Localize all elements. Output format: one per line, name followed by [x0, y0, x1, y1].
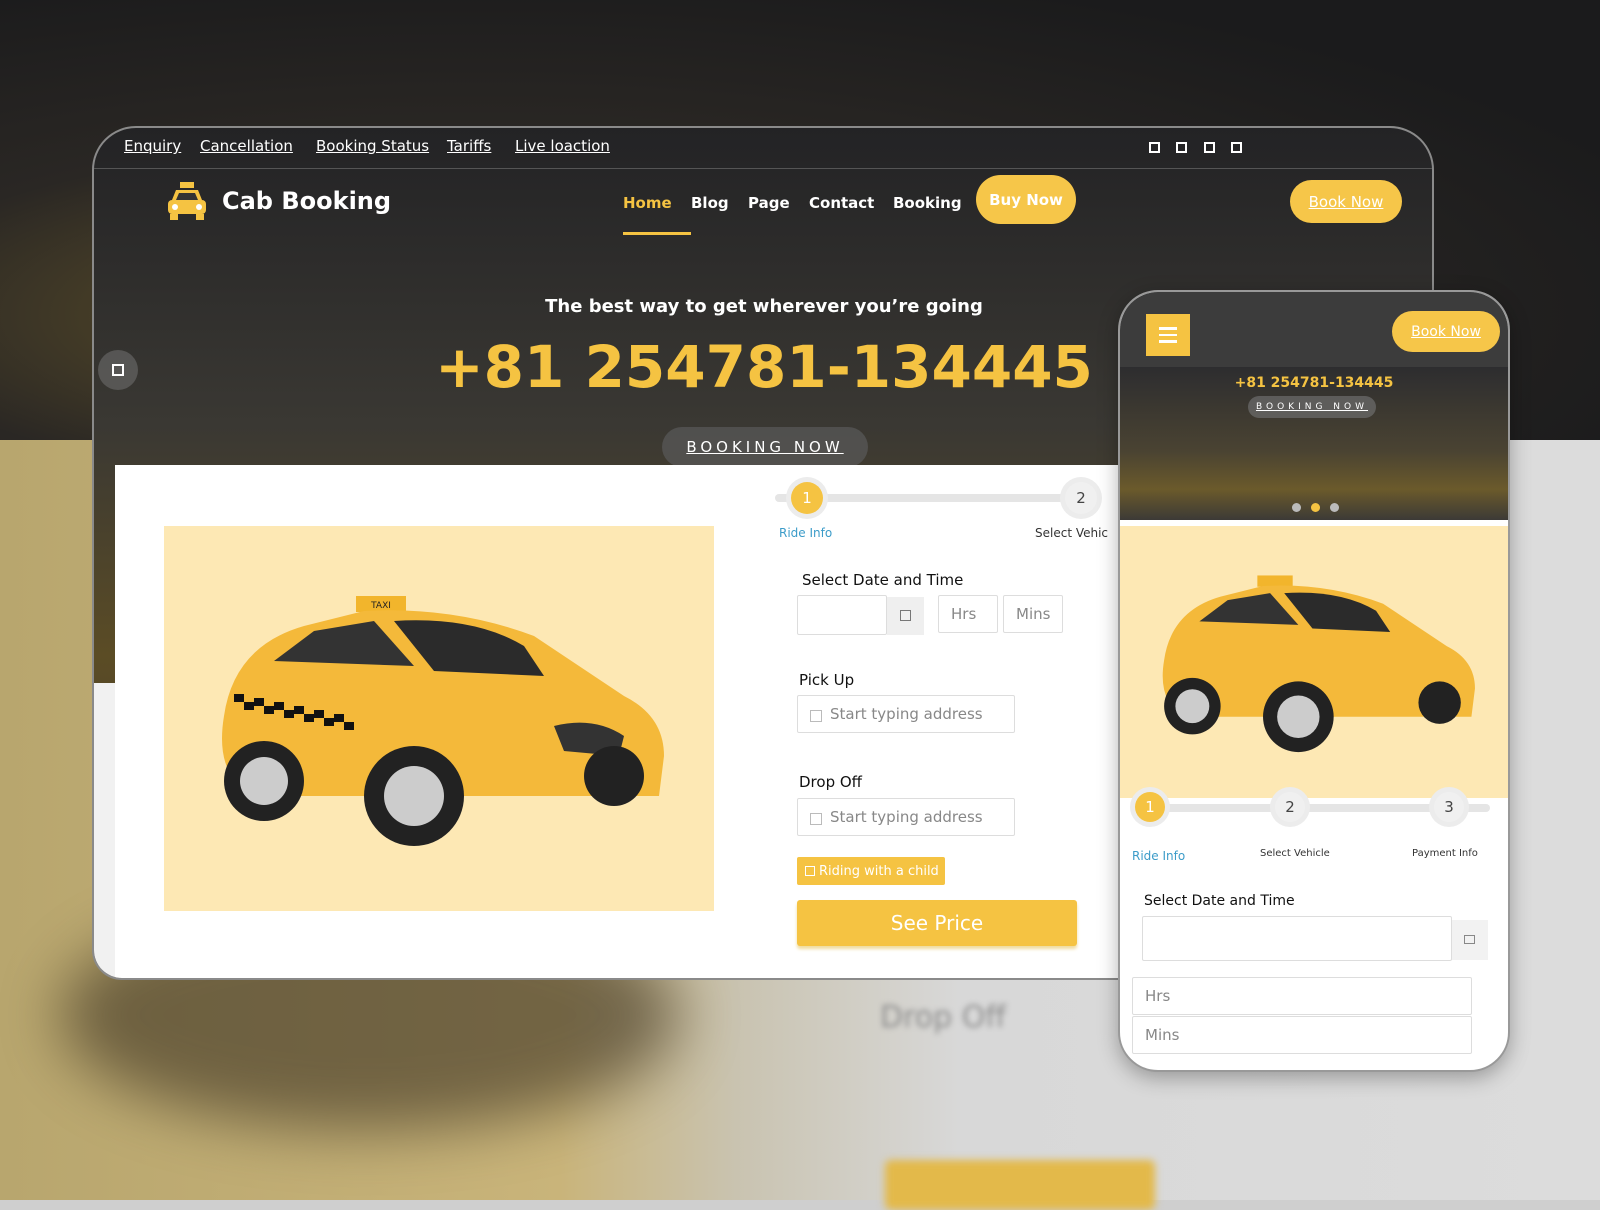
nav-blog[interactable]: Blog	[691, 194, 729, 212]
taxi-sign-text: TAXI	[370, 601, 391, 611]
side-toggle[interactable]	[98, 350, 138, 390]
taxi-icon	[168, 182, 206, 220]
mobile-mockup: Book Now +81 254781-134445 BOOKING NOW 1…	[1118, 290, 1510, 1072]
pickup-label: Pick Up	[799, 671, 855, 689]
buy-now-button[interactable]: Buy Now	[976, 175, 1076, 224]
nav-booking[interactable]: Booking	[893, 194, 962, 212]
location-icon	[810, 813, 822, 825]
carousel-dot-active[interactable]	[1311, 503, 1320, 512]
nav-active-indicator	[623, 232, 691, 235]
social-icon[interactable]	[1231, 142, 1242, 153]
dropoff-label: Drop Off	[799, 773, 862, 791]
side-strip	[94, 683, 115, 978]
background-button-blur	[885, 1160, 1155, 1210]
mobile-step-3-label: Payment Info	[1412, 848, 1478, 859]
calendar-button[interactable]	[887, 597, 924, 635]
nav-home[interactable]: Home	[623, 194, 672, 212]
mobile-book-now-button[interactable]: Book Now	[1392, 311, 1500, 352]
date-input[interactable]	[797, 595, 887, 635]
step-progress-track	[775, 494, 1095, 502]
booking-panel: TAXI 1 2 Ride Info Select Vehic Select D…	[115, 465, 1155, 978]
book-now-button[interactable]: Book Now	[1290, 180, 1402, 223]
taxi-image: TAXI	[164, 526, 714, 911]
calendar-icon	[900, 610, 911, 621]
pickup-placeholder: Start typing address	[830, 705, 983, 723]
location-icon	[810, 710, 822, 722]
mobile-hours-input[interactable]: Hrs	[1132, 977, 1472, 1015]
hours-input[interactable]: Hrs	[938, 595, 998, 633]
social-icon[interactable]	[1204, 142, 1215, 153]
nav-page[interactable]: Page	[748, 194, 790, 212]
link-tariffs[interactable]: Tariffs	[447, 137, 491, 155]
mobile-date-input[interactable]	[1142, 916, 1452, 961]
link-live-location[interactable]: Live loaction	[515, 137, 610, 155]
mobile-minutes-input[interactable]: Mins	[1132, 1016, 1472, 1054]
brand-name: Cab Booking	[222, 187, 392, 215]
social-icon[interactable]	[1149, 142, 1160, 153]
see-price-button[interactable]: See Price	[797, 900, 1077, 946]
mobile-step-3[interactable]: 3	[1434, 792, 1464, 822]
date-time-label: Select Date and Time	[802, 571, 964, 589]
square-icon	[112, 364, 124, 376]
logo[interactable]: Cab Booking	[164, 180, 391, 222]
mobile-step-1[interactable]: 1	[1135, 792, 1165, 822]
social-icon[interactable]	[1176, 142, 1187, 153]
step-2[interactable]: 2	[1065, 482, 1097, 514]
mobile-phone-number: +81 254781-134445	[1234, 375, 1394, 391]
calendar-icon	[1464, 935, 1475, 944]
booking-now-button[interactable]: BOOKING NOW	[662, 427, 868, 467]
checkbox-icon	[805, 866, 815, 876]
top-bar: Enquiry Cancellation Booking Status Tari…	[94, 128, 1432, 169]
link-booking-status[interactable]: Booking Status	[316, 137, 429, 155]
minutes-input[interactable]: Mins	[1003, 595, 1063, 633]
step-1-label: Ride Info	[779, 526, 833, 540]
dropoff-placeholder: Start typing address	[830, 808, 983, 826]
background-dropoff-blur: Drop Off	[880, 1000, 1006, 1035]
riding-with-child-label: Riding with a child	[819, 863, 939, 879]
pickup-input[interactable]: Start typing address	[797, 695, 1015, 733]
taxi-car-illustration	[1162, 575, 1475, 753]
link-cancellation[interactable]: Cancellation	[200, 137, 293, 155]
riding-with-child-toggle[interactable]: Riding with a child	[797, 857, 945, 885]
mobile-taxi-image	[1120, 526, 1508, 798]
mobile-step-2-label: Select Vehicle	[1260, 848, 1330, 859]
nav-contact[interactable]: Contact	[809, 194, 874, 212]
mobile-step-1-label: Ride Info	[1132, 849, 1186, 863]
link-enquiry[interactable]: Enquiry	[124, 137, 181, 155]
taxi-car-illustration: TAXI	[222, 596, 664, 846]
mobile-booking-now-button[interactable]: BOOKING NOW	[1248, 396, 1376, 418]
carousel-dot[interactable]	[1292, 503, 1301, 512]
mobile-date-time-label: Select Date and Time	[1144, 893, 1295, 909]
step-2-label: Select Vehic	[1035, 526, 1109, 540]
dropoff-input[interactable]: Start typing address	[797, 798, 1015, 836]
mobile-header: Book Now	[1120, 292, 1508, 367]
hamburger-menu-button[interactable]	[1146, 314, 1190, 356]
mobile-hero: +81 254781-134445 BOOKING NOW	[1120, 367, 1508, 520]
step-1[interactable]: 1	[791, 482, 823, 514]
carousel-dot[interactable]	[1330, 503, 1339, 512]
mobile-calendar-button[interactable]	[1452, 920, 1488, 960]
mobile-step-2[interactable]: 2	[1275, 792, 1305, 822]
